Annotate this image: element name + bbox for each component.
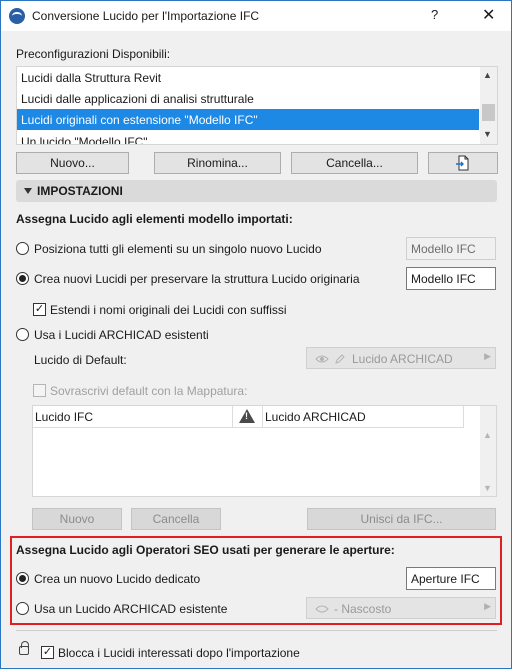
layer-mapping-table[interactable]: Lucido IFC ! Lucido ARCHICAD ▲ ▼	[32, 405, 497, 497]
mapping-new-button[interactable]: Nuovo	[32, 508, 122, 530]
layer-pen-icon	[335, 354, 345, 364]
default-layer-label: Lucido di Default:	[34, 353, 127, 367]
existing-openings-value: - Nascosto	[334, 602, 392, 616]
single-layer-radio[interactable]	[16, 242, 29, 255]
table-scrollbar[interactable]: ▲ ▼	[480, 406, 496, 496]
new-dedicated-layer-radio[interactable]	[16, 572, 29, 585]
list-item[interactable]: Lucidi dalle applicazioni di analisi str…	[17, 88, 479, 109]
lock-layers-label[interactable]: Blocca i Lucidi interessati dopo l'impor…	[58, 646, 300, 660]
archicad-app-icon	[9, 8, 25, 24]
extend-names-checkbox[interactable]: ✓	[33, 303, 46, 316]
preset-rename-button[interactable]: Rinomina...	[154, 152, 281, 174]
list-item-selected[interactable]: Lucidi originali con estensione "Modello…	[17, 109, 479, 130]
list-item[interactable]: Un lucido "Modello IFC"	[17, 131, 479, 144]
scroll-down-icon[interactable]: ▼	[483, 483, 492, 493]
single-layer-field[interactable]: Modello IFC	[406, 237, 496, 260]
single-layer-label[interactable]: Posiziona tutti gli elementi su un singo…	[34, 242, 322, 256]
new-dedicated-layer-label[interactable]: Crea un nuovo Lucido dedicato	[34, 572, 200, 586]
list-item[interactable]: Lucidi dalla Struttura Revit	[17, 67, 479, 88]
openings-layer-label: Assegna Lucido agli Operatori SEO usati …	[16, 543, 395, 557]
preserve-structure-radio[interactable]	[16, 272, 29, 285]
default-layer-dropdown[interactable]: Lucido ARCHICAD ▶	[306, 347, 496, 369]
export-preset-button[interactable]	[428, 152, 498, 174]
window-title: Conversione Lucido per l'Importazione IF…	[32, 9, 260, 23]
settings-section-header[interactable]: IMPOSTAZIONI	[16, 180, 497, 202]
scroll-up-icon[interactable]: ▲	[483, 430, 492, 440]
scroll-up-icon[interactable]: ▲	[483, 70, 492, 80]
existing-openings-layer-radio[interactable]	[16, 602, 29, 615]
eye-icon	[315, 355, 329, 363]
chevron-down-icon	[24, 188, 32, 194]
help-button[interactable]: ?	[431, 7, 438, 22]
dropdown-arrow-icon: ▶	[484, 601, 491, 611]
presets-list[interactable]: Lucidi dalla Struttura Revit Lucidi dall…	[16, 66, 498, 145]
column-header-archicad[interactable]: Lucido ARCHICAD	[263, 406, 464, 428]
presets-label: Preconfigurazioni Disponibili:	[16, 47, 171, 61]
scrollbar-thumb[interactable]	[482, 104, 495, 121]
scroll-down-icon[interactable]: ▼	[483, 129, 492, 139]
column-header-warning[interactable]: !	[233, 406, 263, 428]
default-layer-value: Lucido ARCHICAD	[352, 352, 453, 366]
existing-openings-dropdown[interactable]: - Nascosto ▶	[306, 597, 496, 619]
existing-layers-label[interactable]: Usa i Lucidi ARCHICAD esistenti	[34, 328, 209, 342]
lock-icon	[19, 641, 29, 655]
openings-layer-field[interactable]: Aperture IFC	[406, 567, 496, 590]
existing-openings-layer-label[interactable]: Usa un Lucido ARCHICAD esistente	[34, 602, 227, 616]
export-file-icon	[456, 155, 469, 171]
dialog-window: Conversione Lucido per l'Importazione IF…	[0, 0, 512, 669]
preserve-structure-field[interactable]: Modello IFC	[406, 267, 496, 290]
settings-header-label: IMPOSTAZIONI	[37, 184, 123, 198]
close-icon[interactable]: ✕	[482, 5, 495, 25]
preset-new-button[interactable]: Nuovo...	[16, 152, 129, 174]
preset-delete-button[interactable]: Cancella...	[291, 152, 418, 174]
title-bar: Conversione Lucido per l'Importazione IF…	[1, 1, 511, 31]
hidden-eye-icon	[315, 605, 329, 613]
extend-names-label[interactable]: Estendi i nomi originali dei Lucidi con …	[50, 303, 287, 317]
preserve-structure-label[interactable]: Crea nuovi Lucidi per preservare la stru…	[34, 272, 360, 286]
presets-scrollbar[interactable]: ▲ ▼	[480, 67, 497, 144]
merge-from-ifc-button[interactable]: Unisci da IFC...	[307, 508, 496, 530]
footer-divider	[16, 630, 497, 631]
dropdown-arrow-icon: ▶	[484, 351, 491, 361]
overwrite-default-checkbox[interactable]	[33, 384, 46, 397]
lock-layers-checkbox[interactable]: ✓	[41, 646, 54, 659]
mapping-delete-button[interactable]: Cancella	[131, 508, 221, 530]
existing-layers-radio[interactable]	[16, 328, 29, 341]
column-header-ifc[interactable]: Lucido IFC	[33, 406, 233, 428]
assign-layers-label: Assegna Lucido agli elementi modello imp…	[16, 212, 293, 226]
overwrite-default-label[interactable]: Sovrascrivi default con la Mappatura:	[50, 384, 247, 398]
